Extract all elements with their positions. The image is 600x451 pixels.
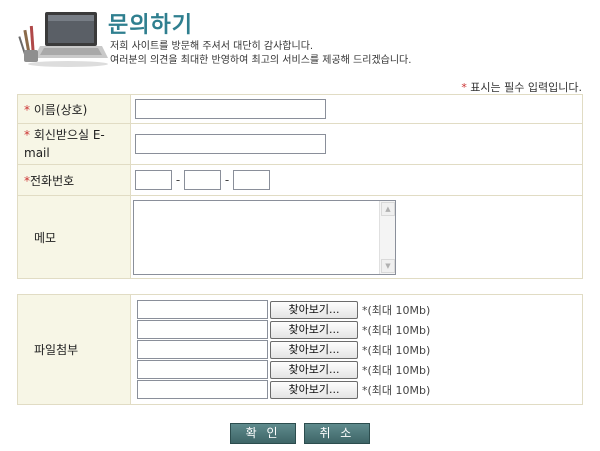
description-line-2: 여러분의 의견을 최대한 반영하여 최고의 서비스를 제공해 드리겠습니다.	[110, 55, 412, 66]
email-field-cell	[130, 123, 583, 165]
name-required-star: *	[24, 102, 30, 117]
email-required-star: *	[24, 128, 30, 142]
file-row-1: 찾아보기... *(최대 10Mb)	[137, 300, 582, 320]
phone-label-cell: *전화번호	[17, 164, 131, 196]
action-buttons: 확 인 취 소	[0, 423, 600, 444]
phone-dash-1: -	[175, 173, 181, 187]
laptop-icon	[18, 12, 108, 67]
phone-input-2[interactable]	[184, 170, 221, 190]
file-size-note-1: *(최대 10Mb)	[362, 303, 431, 317]
file-path-input-3[interactable]	[137, 340, 268, 359]
file-path-input-2[interactable]	[137, 320, 268, 339]
file-path-input-1[interactable]	[137, 300, 268, 319]
file-attach-label: 파일첨부	[34, 343, 79, 357]
phone-field-cell: --	[130, 164, 583, 196]
file-row-3: 찾아보기... *(최대 10Mb)	[137, 340, 582, 360]
phone-row: *전화번호 --	[17, 164, 583, 196]
required-notice-text: 표시는 필수 입력입니다.	[466, 81, 582, 94]
page-description: 저희 사이트를 방문해 주셔서 대단히 감사합니다. 여러분의 의견을 최대한 …	[110, 40, 411, 68]
page-header: 문의하기 저희 사이트를 방문해 주셔서 대단히 감사합니다. 여러분의 의견을…	[0, 0, 600, 75]
cancel-button[interactable]: 취 소	[303, 423, 370, 444]
confirm-button[interactable]: 확 인	[230, 423, 297, 444]
browse-button-5[interactable]: 찾아보기...	[270, 380, 358, 399]
phone-dash-2: -	[224, 173, 230, 187]
page-title: 문의하기	[108, 13, 193, 38]
file-row-5: 찾아보기... *(최대 10Mb)	[137, 380, 582, 400]
name-field-cell	[130, 94, 583, 124]
phone-input-1[interactable]	[135, 170, 172, 190]
scroll-down-arrow-icon[interactable]: ▼	[381, 258, 395, 273]
name-label-cell: * 이름(상호)	[17, 94, 131, 124]
name-label: 이름(상호)	[33, 102, 88, 117]
file-attach-label-cell: 파일첨부	[17, 294, 131, 405]
email-label: 회신받으실 E-mail	[24, 128, 105, 160]
file-size-note-5: *(최대 10Mb)	[362, 383, 431, 397]
file-attach-row: 파일첨부 찾아보기... *(최대 10Mb) 찾아보기... *(최대 10M…	[17, 294, 583, 405]
file-row-4: 찾아보기... *(최대 10Mb)	[137, 360, 582, 380]
file-size-note-2: *(최대 10Mb)	[362, 323, 431, 337]
email-label-cell: * 회신받으실 E-mail	[17, 123, 131, 165]
memo-scrollbar[interactable]: ▲ ▼	[379, 200, 395, 274]
file-attach-field-cell: 찾아보기... *(최대 10Mb) 찾아보기... *(최대 10Mb) 찾아…	[130, 294, 583, 405]
file-attach-table: 파일첨부 찾아보기... *(최대 10Mb) 찾아보기... *(최대 10M…	[17, 294, 583, 405]
browse-button-4[interactable]: 찾아보기...	[270, 360, 358, 379]
memo-label: 메모	[34, 230, 57, 245]
browse-button-3[interactable]: 찾아보기...	[270, 340, 358, 359]
file-path-input-4[interactable]	[137, 360, 268, 379]
email-input[interactable]	[135, 134, 326, 154]
phone-input-3[interactable]	[233, 170, 270, 190]
file-size-note-4: *(최대 10Mb)	[362, 363, 431, 377]
scroll-up-arrow-icon[interactable]: ▲	[381, 201, 395, 216]
contact-form: * 이름(상호) * 회신받으실 E-mail *전화번호 -- 메모 ▲ ▼	[17, 94, 583, 279]
file-size-note-3: *(최대 10Mb)	[362, 343, 431, 357]
browse-button-2[interactable]: 찾아보기...	[270, 320, 358, 339]
memo-box: ▲ ▼	[133, 199, 396, 275]
name-row: * 이름(상호)	[17, 94, 583, 124]
browse-button-1[interactable]: 찾아보기...	[270, 300, 358, 319]
memo-label-cell: 메모	[17, 195, 131, 279]
memo-textarea[interactable]	[134, 200, 380, 274]
required-notice: * 표시는 필수 입력입니다.	[461, 79, 582, 95]
memo-field-cell: ▲ ▼	[130, 195, 583, 279]
email-row: * 회신받으실 E-mail	[17, 123, 583, 165]
file-row-2: 찾아보기... *(최대 10Mb)	[137, 320, 582, 340]
description-line-1: 저희 사이트를 방문해 주셔서 대단히 감사합니다.	[110, 41, 314, 52]
memo-row: 메모 ▲ ▼	[17, 195, 583, 279]
name-input[interactable]	[135, 99, 326, 119]
phone-label: 전화번호	[30, 173, 75, 188]
file-path-input-5[interactable]	[137, 380, 268, 399]
